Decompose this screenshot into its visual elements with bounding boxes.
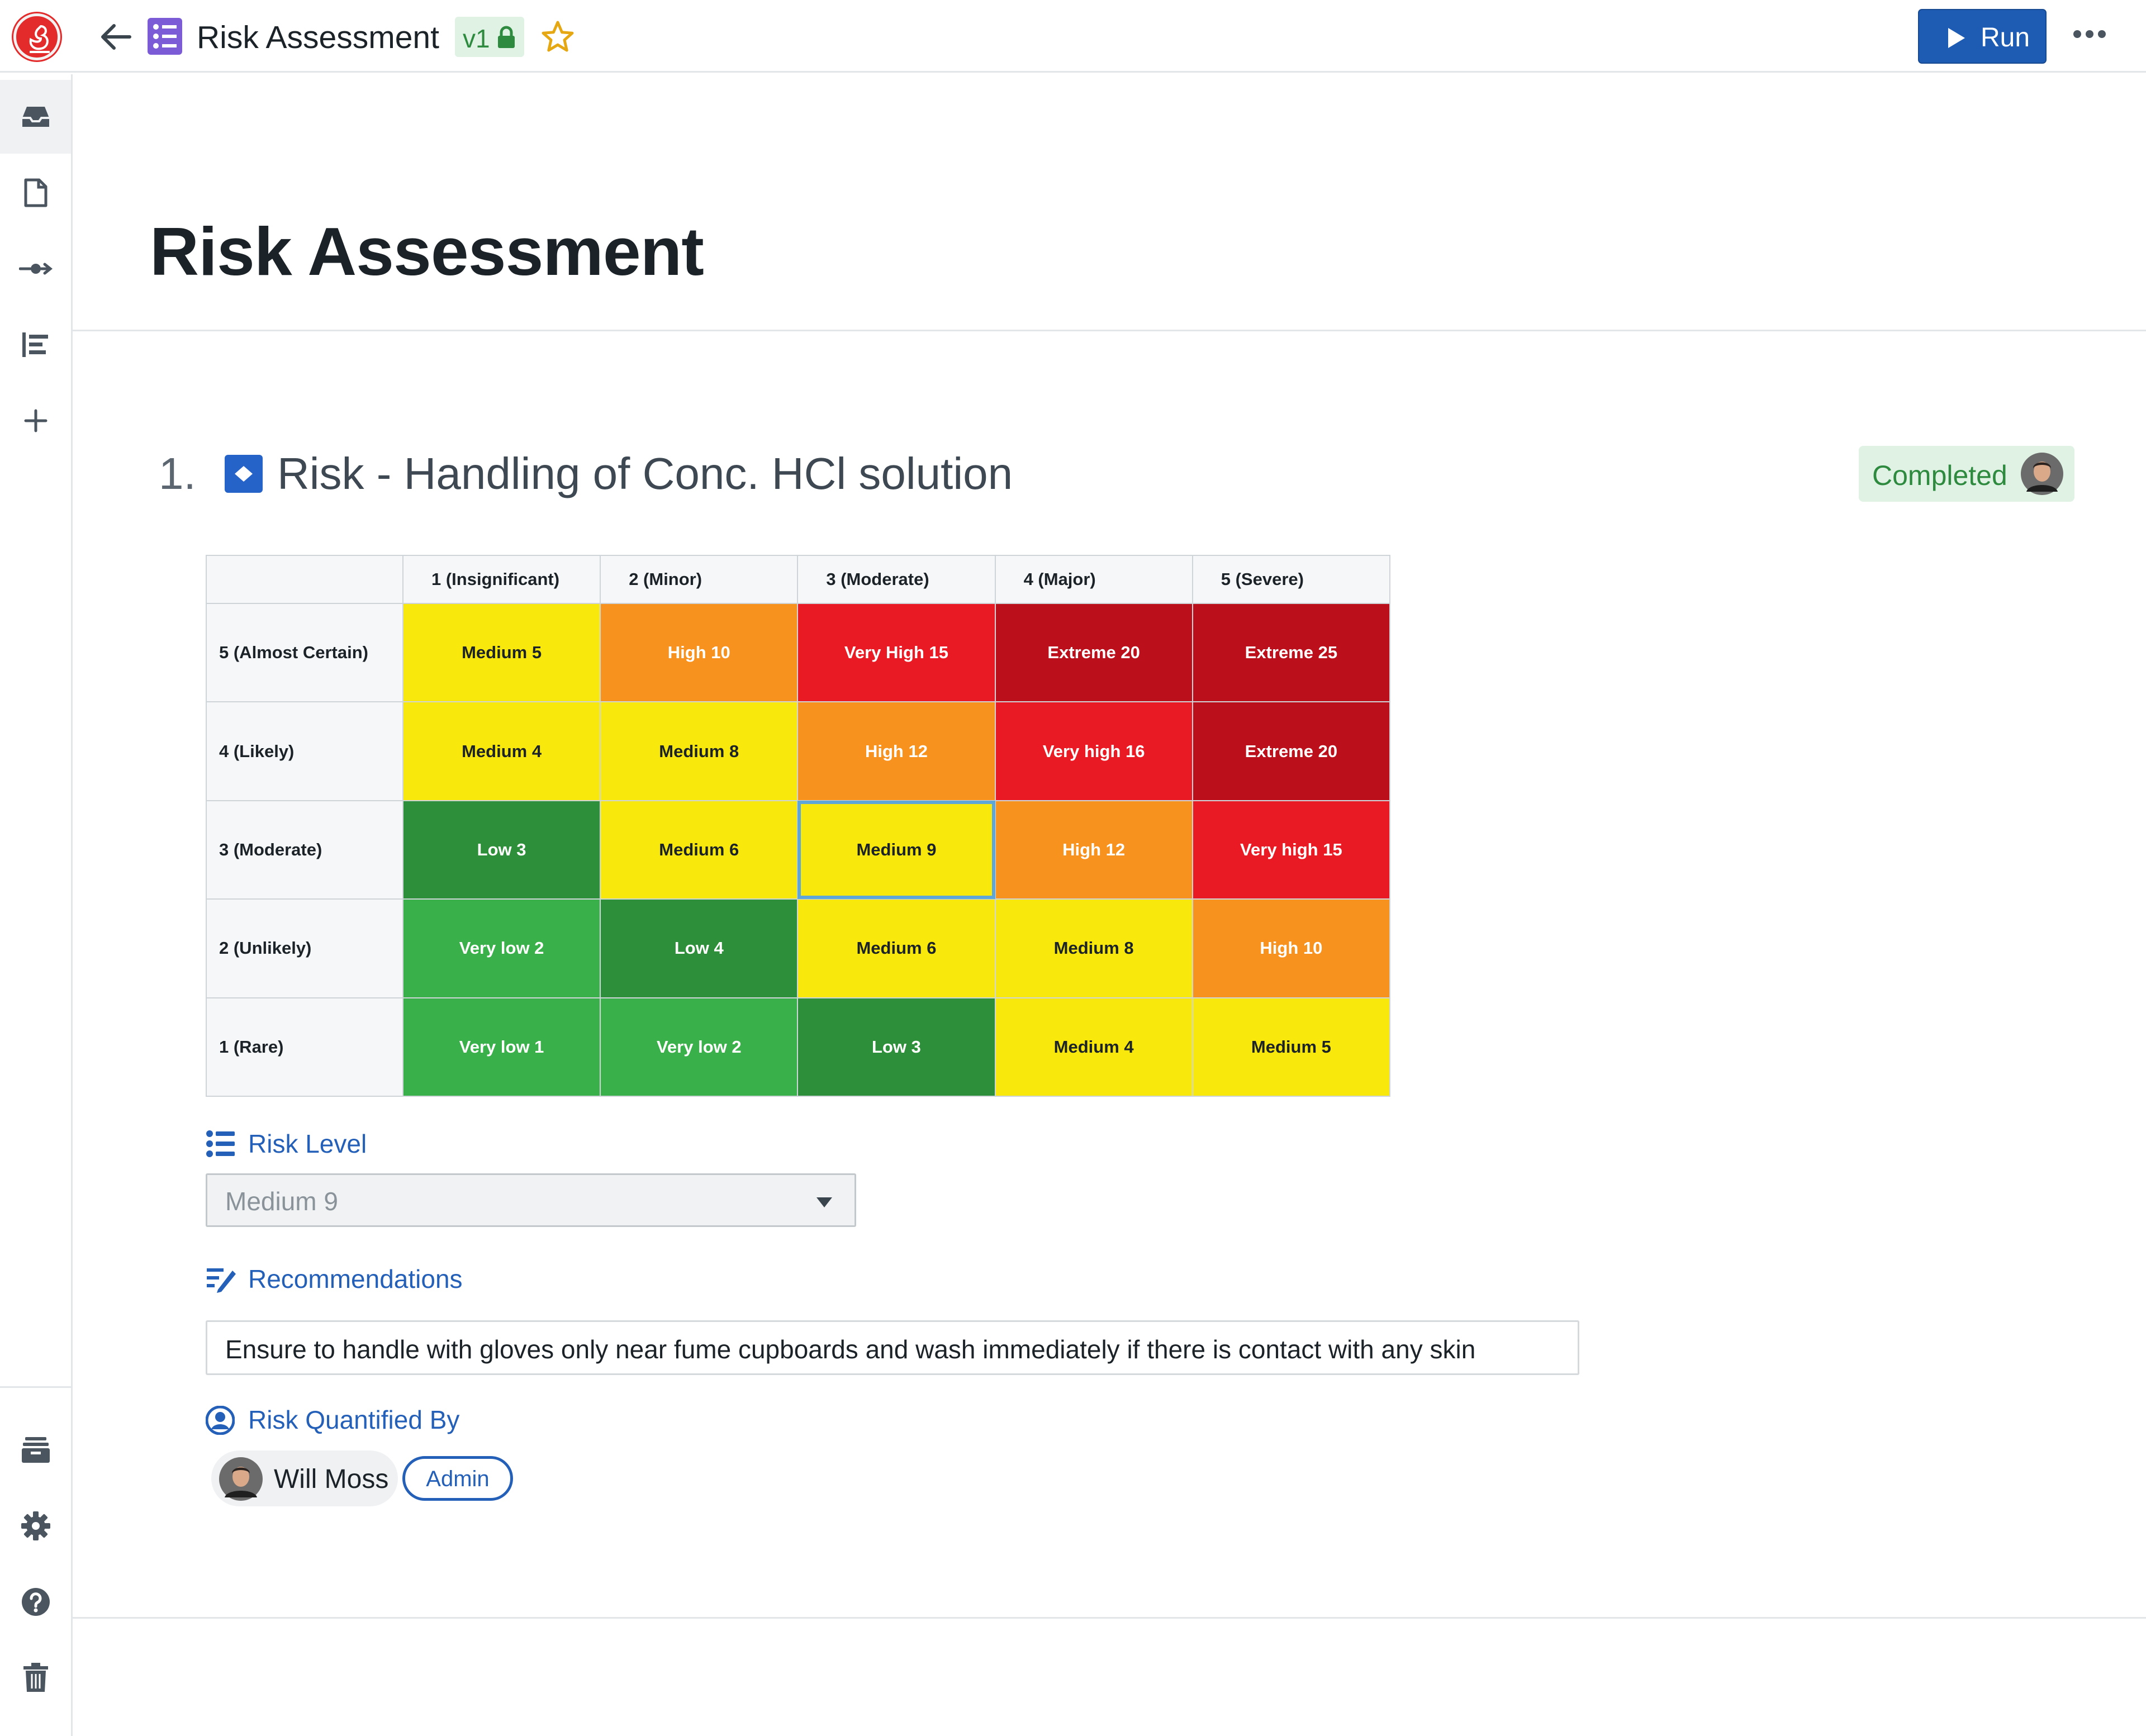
- matrix-row: 1 (Rare) Very low 1 Very low 2 Low 3 Med…: [206, 997, 1391, 1097]
- step-title[interactable]: Risk - Handling of Conc. HCl solution: [277, 448, 1013, 500]
- help-icon[interactable]: [0, 1565, 71, 1639]
- risk-level-value: Medium 9: [225, 1187, 338, 1216]
- form-step-icon: [225, 455, 263, 493]
- back-arrow-icon[interactable]: [98, 22, 132, 51]
- recommendations-label: Recommendations: [248, 1264, 463, 1293]
- play-icon: [1948, 28, 1965, 48]
- chevron-down-icon: [816, 1197, 832, 1207]
- status-badge[interactable]: Completed: [1859, 446, 2074, 502]
- inbox-icon[interactable]: [0, 80, 71, 154]
- matrix-cell[interactable]: Medium 5: [1191, 997, 1391, 1097]
- row-header: 2 (Unlikely): [206, 898, 403, 998]
- risk-level-select[interactable]: Medium 9: [206, 1173, 856, 1227]
- matrix-cell[interactable]: Medium 5: [402, 602, 601, 703]
- column-header: 3 (Moderate): [797, 555, 996, 604]
- matrix-cell[interactable]: Medium 4: [994, 997, 1193, 1097]
- risk-level-label: Risk Level: [248, 1129, 367, 1158]
- more-options-icon[interactable]: [2073, 30, 2110, 41]
- matrix-cell[interactable]: Very low 2: [600, 997, 799, 1097]
- column-header: 4 (Major): [994, 555, 1193, 604]
- matrix-row: 5 (Almost Certain) Medium 5 High 10 Very…: [206, 602, 1391, 703]
- matrix-cell[interactable]: Extreme 20: [994, 602, 1193, 703]
- status-label: Completed: [1872, 460, 2007, 491]
- matrix-cell[interactable]: Very low 1: [402, 997, 601, 1097]
- matrix-cell[interactable]: Very high 15: [1191, 800, 1391, 900]
- matrix-cell[interactable]: Low 3: [797, 997, 996, 1097]
- matrix-header-row: 1 (Insignificant) 2 (Minor) 3 (Moderate)…: [206, 555, 1391, 604]
- matrix-cell[interactable]: Extreme 25: [1191, 602, 1391, 703]
- matrix-row: 2 (Unlikely) Very low 2 Low 4 Medium 6 M…: [206, 898, 1391, 998]
- risk-matrix: 1 (Insignificant) 2 (Minor) 3 (Moderate)…: [206, 555, 1391, 1097]
- user-field-icon: [206, 1406, 235, 1435]
- logo-mark-icon: [29, 25, 50, 53]
- matrix-cell[interactable]: Low 4: [600, 898, 799, 998]
- column-header: 5 (Severe): [1191, 555, 1391, 604]
- matrix-cell[interactable]: Low 3: [402, 800, 601, 900]
- app-logo[interactable]: [13, 13, 60, 60]
- matrix-cell[interactable]: Very high 16: [994, 701, 1193, 801]
- divider: [73, 1617, 2146, 1619]
- version-label: v1: [463, 24, 490, 53]
- row-header: 1 (Rare): [206, 997, 403, 1097]
- lock-icon: [498, 26, 515, 48]
- left-rail: [0, 74, 73, 1736]
- role-label: Admin: [426, 1467, 490, 1491]
- matrix-cell[interactable]: High 10: [600, 602, 799, 703]
- divider: [73, 330, 2146, 331]
- matrix-row: 4 (Likely) Medium 4 Medium 8 High 12 Ver…: [206, 701, 1391, 801]
- row-header: 5 (Almost Certain): [206, 602, 403, 703]
- role-badge[interactable]: Admin: [402, 1456, 513, 1501]
- quantified-by-label: Risk Quantified By: [248, 1405, 460, 1434]
- archive-icon[interactable]: [0, 1413, 71, 1487]
- avatar: [219, 1457, 263, 1501]
- list-field-icon: [206, 1130, 235, 1157]
- trash-icon[interactable]: [0, 1641, 71, 1715]
- checklist-type-icon: [148, 18, 182, 55]
- matrix-cell[interactable]: Very High 15: [797, 602, 996, 703]
- recommendations-field[interactable]: Ensure to handle with gloves only near f…: [206, 1320, 1579, 1375]
- workflow-icon[interactable]: [0, 232, 71, 306]
- avatar: [2021, 453, 2063, 495]
- matrix-cell[interactable]: Medium 6: [797, 898, 996, 998]
- matrix-cell[interactable]: Medium 6: [600, 800, 799, 900]
- matrix-cell[interactable]: High 10: [1191, 898, 1391, 998]
- matrix-cell[interactable]: Medium 8: [994, 898, 1193, 998]
- plus-icon[interactable]: [0, 384, 71, 458]
- version-badge[interactable]: v1: [455, 17, 524, 57]
- page-title[interactable]: Risk Assessment: [150, 212, 704, 291]
- top-bar: Risk Assessment v1 Run: [0, 0, 2146, 73]
- run-button[interactable]: Run: [1918, 9, 2047, 64]
- text-field-icon: [207, 1268, 236, 1293]
- matrix-row: 3 (Moderate) Low 3 Medium 6 Medium 9 Hig…: [206, 800, 1391, 900]
- star-icon[interactable]: [541, 20, 575, 53]
- matrix-cell[interactable]: Medium 4: [402, 701, 601, 801]
- matrix-cell[interactable]: Very low 2: [402, 898, 601, 998]
- user-chip[interactable]: Will Moss: [211, 1450, 398, 1506]
- matrix-corner-cell: [206, 555, 403, 604]
- document-icon[interactable]: [0, 156, 71, 230]
- step-number: 1.: [159, 449, 196, 498]
- recommendations-value: Ensure to handle with gloves only near f…: [225, 1335, 1476, 1364]
- list-icon[interactable]: [0, 308, 71, 382]
- row-header: 4 (Likely): [206, 701, 403, 801]
- rail-divider: [0, 1386, 71, 1388]
- document-title[interactable]: Risk Assessment: [197, 19, 439, 56]
- settings-icon[interactable]: [0, 1489, 71, 1563]
- column-header: 2 (Minor): [600, 555, 799, 604]
- matrix-cell[interactable]: High 12: [797, 701, 996, 801]
- matrix-cell[interactable]: Medium 8: [600, 701, 799, 801]
- matrix-cell[interactable]: Extreme 20: [1191, 701, 1391, 801]
- user-name: Will Moss: [274, 1464, 389, 1494]
- run-label: Run: [1981, 23, 2030, 53]
- column-header: 1 (Insignificant): [402, 555, 601, 604]
- matrix-cell-selected[interactable]: Medium 9: [797, 800, 996, 900]
- row-header: 3 (Moderate): [206, 800, 403, 900]
- matrix-cell[interactable]: High 12: [994, 800, 1193, 900]
